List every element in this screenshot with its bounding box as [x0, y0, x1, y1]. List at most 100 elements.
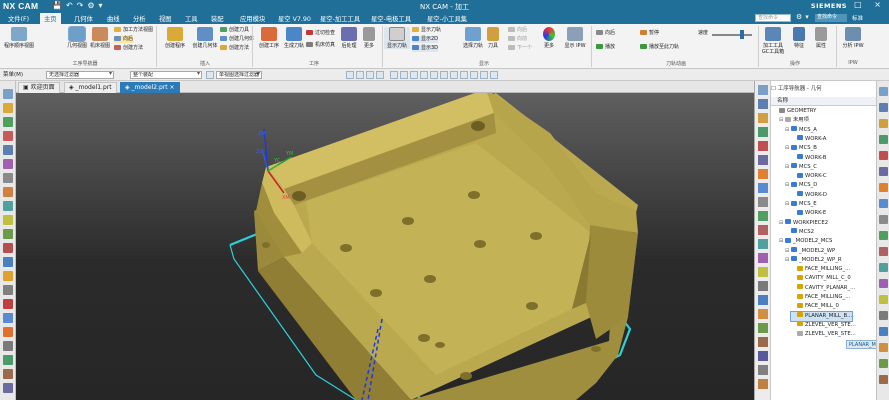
tree-node[interactable]: WORK-A	[791, 135, 826, 144]
tab-view[interactable]: 视图	[155, 13, 176, 24]
palette-icon[interactable]	[3, 229, 13, 239]
assembly-filter-combo[interactable]: 整个装配	[130, 71, 202, 79]
tree-node[interactable]: ⊟ MCS_E	[785, 200, 817, 209]
pause-item[interactable]: 暂停	[640, 30, 659, 37]
gc-toolbox-button[interactable]: 加工工具GC工具箱	[760, 27, 786, 55]
tab-model2[interactable]: ◈ _model2.prt ×	[120, 82, 180, 93]
tree-node[interactable]: FACE_MILLING_...	[791, 265, 850, 274]
prev-item[interactable]: 向后	[508, 27, 527, 34]
web-browser-icon[interactable]	[3, 173, 13, 183]
filter-reset-icon[interactable]	[206, 71, 214, 79]
nav-icon-6[interactable]	[758, 169, 768, 179]
tool-library-icon[interactable]	[3, 271, 13, 281]
scissors-icon[interactable]	[3, 285, 13, 295]
tab-xingkong-machining[interactable]: 星空-加工工具	[316, 13, 364, 24]
tree-node[interactable]: ⊟ MCS_B	[785, 144, 817, 153]
reuse-library-icon[interactable]	[3, 159, 13, 169]
pen-icon[interactable]	[3, 299, 13, 309]
gear-icon[interactable]	[3, 327, 13, 337]
program-order-view-button[interactable]: 程序顺序视图	[2, 27, 36, 49]
right-icon-19[interactable]	[879, 375, 888, 384]
nav-icon-4[interactable]	[758, 141, 768, 151]
snap-icon-4[interactable]	[420, 71, 428, 79]
graphics-viewport[interactable]: ZM ZC YM YC XM	[16, 93, 754, 400]
generate-toolpath-button[interactable]: 生成刀轨	[279, 27, 309, 49]
color-more-button[interactable]: 更多	[538, 27, 560, 49]
right-icon-2[interactable]	[879, 103, 888, 112]
tab-file[interactable]: 文件(F)	[4, 13, 33, 24]
nav-icon-14[interactable]	[758, 281, 768, 291]
tree-node[interactable]: GEOMETRY	[773, 107, 816, 116]
nav-icon-15[interactable]	[758, 295, 768, 305]
gouge-check-item[interactable]: 过切检查	[306, 30, 335, 37]
tab-assembly[interactable]: 装配	[207, 13, 228, 24]
snap-icon-6[interactable]	[440, 71, 448, 79]
next-op-item[interactable]: 下一个	[508, 45, 532, 52]
roles-icon[interactable]	[3, 187, 13, 197]
part-nav-icon[interactable]	[3, 103, 13, 113]
tab-home[interactable]: 主页	[40, 13, 61, 24]
help-button[interactable]: 标准	[852, 14, 863, 22]
tree-node[interactable]: ⊟ WORKPIECE2	[779, 219, 828, 228]
property-button[interactable]: 属性	[810, 27, 832, 49]
snap-icon-1[interactable]	[390, 71, 398, 79]
settings-icon[interactable]: ⚙▾	[796, 13, 812, 21]
right-icon-1[interactable]	[879, 87, 888, 96]
printer-icon[interactable]	[3, 341, 13, 351]
right-icon-16[interactable]	[879, 327, 888, 336]
command-finder[interactable]: 查找命令	[815, 14, 847, 22]
show-toolpath-button[interactable]: 显示刀轨	[384, 27, 410, 49]
snap-icon-3[interactable]	[410, 71, 418, 79]
menu-button[interactable]: 菜单(M)	[3, 70, 23, 80]
machine-view-button[interactable]: 机床视图	[85, 27, 115, 49]
snap-icon-9[interactable]	[470, 71, 478, 79]
info-icon[interactable]	[3, 383, 13, 393]
tree-node[interactable]: ⊟ _MODEL2_WP_R	[785, 256, 842, 265]
lock-icon[interactable]	[3, 369, 13, 379]
tree-node[interactable]: ZLEVEL_VER_STE...	[791, 321, 856, 330]
nav-icon-21[interactable]	[758, 379, 768, 389]
tree-node[interactable]: WORK-D	[791, 191, 827, 200]
tree-node[interactable]: ⊟ 未用项	[779, 116, 809, 125]
tree-node[interactable]: ⊟ MCS_C	[785, 163, 817, 172]
nav-icon-1[interactable]	[758, 99, 768, 109]
speed-slider-handle[interactable]	[740, 30, 744, 39]
show-path-1[interactable]: 显示刀轨	[412, 27, 441, 34]
tab-model1[interactable]: ◈ _model1.prt	[64, 82, 117, 93]
search-input[interactable]: 查找命令	[755, 14, 791, 22]
pin-icon[interactable]	[758, 85, 768, 95]
nav-icon-8[interactable]	[758, 197, 768, 207]
tree-node[interactable]: FACE_MILL_0	[791, 302, 839, 311]
speed-slider[interactable]	[712, 34, 752, 36]
tree-node[interactable]: ⊟ MCS_D	[785, 181, 817, 190]
feature-view-item[interactable]: 向后	[114, 36, 134, 43]
nav-icon-19[interactable]	[758, 351, 768, 361]
window-controls[interactable]: – □ ×	[838, 0, 886, 9]
tab-analysis[interactable]: 分析	[129, 13, 150, 24]
right-icon-6[interactable]	[879, 167, 888, 176]
tree-node[interactable]: PLANAR_MILL_B...	[789, 310, 854, 322]
nav-icon-20[interactable]	[758, 365, 768, 375]
right-icon-11[interactable]	[879, 247, 888, 256]
nav-icon-10[interactable]	[758, 225, 768, 235]
right-icon-3[interactable]	[879, 119, 888, 128]
snap-icon-10[interactable]	[480, 71, 488, 79]
right-icon-12[interactable]	[879, 263, 888, 272]
right-icon-10[interactable]	[879, 231, 888, 240]
tree-node[interactable]: WORK-E	[791, 209, 826, 218]
tree-node[interactable]: MCS2	[785, 228, 814, 237]
tree-node[interactable]: ⊟ _MODEL2_MCS	[779, 237, 832, 246]
right-icon-17[interactable]	[879, 343, 888, 352]
nav-icon-5[interactable]	[758, 155, 768, 165]
tab-xingkong-electrode[interactable]: 星空-电极工具	[367, 13, 415, 24]
play-to-end-item[interactable]: 播放至此刀轨	[640, 44, 679, 51]
navigator-icon[interactable]	[3, 89, 13, 99]
select-icon-4[interactable]	[376, 71, 384, 79]
view-filter-combo[interactable]: 单视图选择过滤器	[216, 71, 262, 79]
play-item[interactable]: 播放	[596, 44, 615, 51]
snap-icon-11[interactable]	[490, 71, 498, 79]
show-path-3[interactable]: 显示3D	[412, 45, 439, 52]
nav-icon-12[interactable]	[758, 253, 768, 263]
right-icon-5[interactable]	[879, 151, 888, 160]
right-icon-14[interactable]	[879, 295, 888, 304]
